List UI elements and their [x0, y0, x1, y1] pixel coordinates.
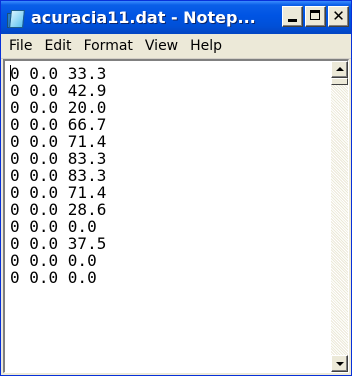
close-icon: ✕: [332, 7, 345, 25]
minimize-button[interactable]: [282, 6, 303, 27]
maximize-button[interactable]: [305, 6, 326, 27]
notepad-icon[interactable]: [7, 8, 25, 28]
arrow-down-icon: [336, 362, 344, 366]
menu-help[interactable]: Help: [184, 35, 228, 57]
text-editor[interactable]: 0 0.0 33.3 0 0.0 42.9 0 0.0 20.0 0 0.0 6…: [5, 61, 331, 372]
menu-format[interactable]: Format: [78, 35, 139, 57]
close-button[interactable]: ✕: [328, 6, 349, 27]
vertical-scrollbar[interactable]: [331, 61, 348, 372]
scroll-up-button[interactable]: [331, 61, 348, 78]
menu-view[interactable]: View: [139, 35, 184, 57]
text-caret: [10, 65, 11, 81]
scroll-thumb[interactable]: [331, 78, 348, 85]
title-bar[interactable]: acuracia11.dat - Notep... ✕: [1, 1, 351, 34]
arrow-up-icon: [336, 67, 344, 71]
window-title: acuracia11.dat - Notep...: [31, 8, 256, 27]
scroll-down-button[interactable]: [331, 355, 348, 372]
window-controls: ✕: [282, 6, 349, 27]
editor-pane: 0 0.0 33.3 0 0.0 42.9 0 0.0 20.0 0 0.0 6…: [3, 59, 349, 373]
maximize-icon: [310, 10, 320, 20]
notepad-window: acuracia11.dat - Notep... ✕ File Edit Fo…: [0, 0, 352, 376]
menu-file[interactable]: File: [3, 35, 38, 57]
menu-bar: File Edit Format View Help: [1, 34, 351, 59]
minimize-icon: [288, 19, 297, 22]
menu-edit[interactable]: Edit: [38, 35, 77, 57]
